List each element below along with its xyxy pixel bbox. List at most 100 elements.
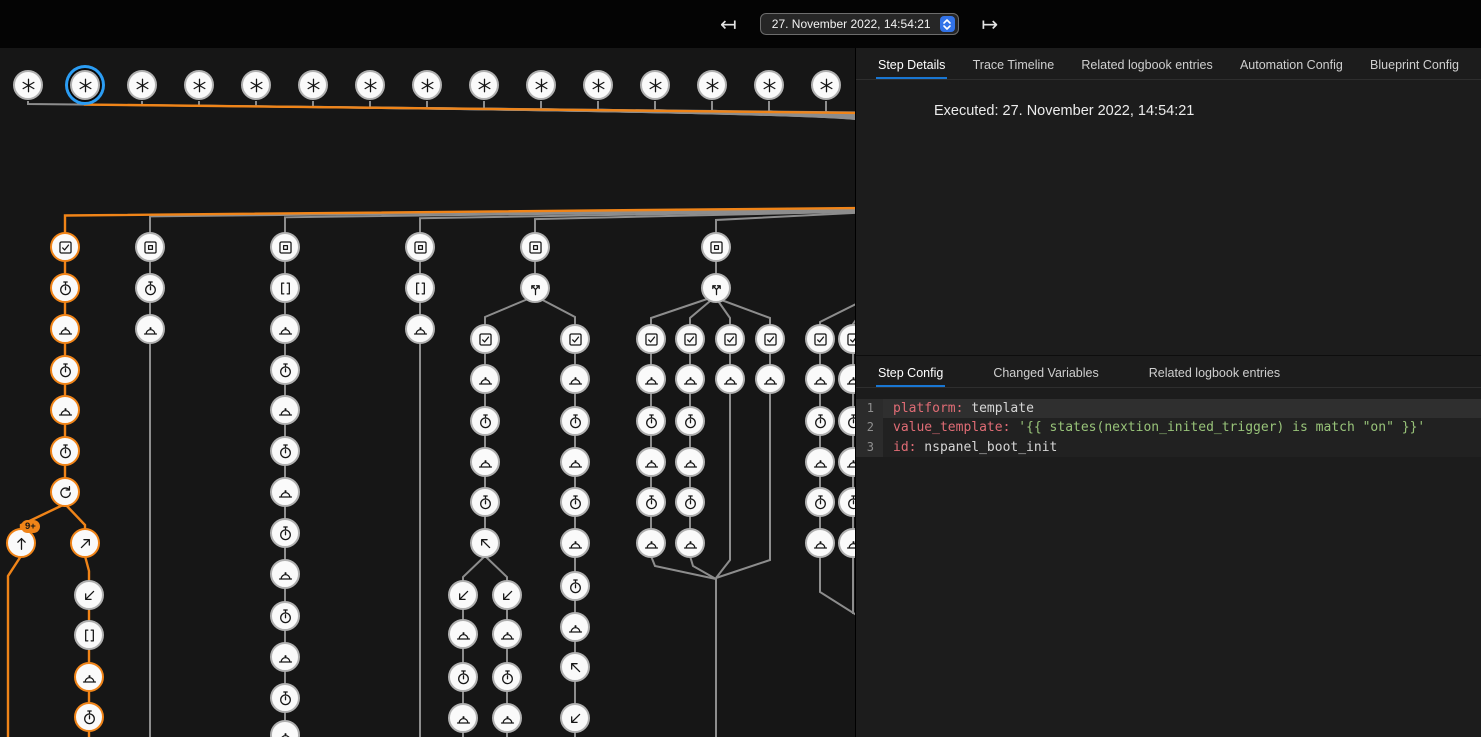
trigger-node[interactable] — [184, 70, 214, 100]
arrow-up-node[interactable]: 9+ — [6, 528, 36, 558]
service-node[interactable] — [560, 364, 590, 394]
service-node[interactable] — [675, 364, 705, 394]
timer-node[interactable] — [50, 273, 80, 303]
service-node[interactable] — [492, 703, 522, 733]
service-node[interactable] — [675, 447, 705, 477]
trigger-node[interactable] — [640, 70, 670, 100]
trigger-node[interactable] — [13, 70, 43, 100]
trigger-node[interactable] — [697, 70, 727, 100]
condition-node[interactable] — [715, 324, 745, 354]
square-node[interactable] — [405, 232, 435, 262]
timer-node[interactable] — [560, 406, 590, 436]
timer-node[interactable] — [270, 601, 300, 631]
brackets-node[interactable] — [405, 273, 435, 303]
code-line-1[interactable]: 1platform: template — [856, 399, 1481, 418]
choose-node[interactable] — [701, 273, 731, 303]
service-node[interactable] — [448, 703, 478, 733]
timer-node[interactable] — [675, 406, 705, 436]
timer-node[interactable] — [805, 487, 835, 517]
service-node[interactable] — [470, 364, 500, 394]
previous-run-button[interactable]: ↤ — [716, 12, 741, 36]
service-node[interactable] — [448, 619, 478, 649]
square-node[interactable] — [270, 232, 300, 262]
tab-related-logbook-entries[interactable]: Related logbook entries — [1079, 48, 1214, 79]
timer-node[interactable] — [270, 518, 300, 548]
trigger-node[interactable] — [241, 70, 271, 100]
service-node[interactable] — [805, 447, 835, 477]
repeat-node[interactable] — [50, 477, 80, 507]
timer-node[interactable] — [270, 355, 300, 385]
service-node[interactable] — [805, 364, 835, 394]
condition-node[interactable] — [560, 324, 590, 354]
next-run-button[interactable]: ↦ — [978, 12, 1003, 36]
tab-changed-variables[interactable]: Changed Variables — [991, 356, 1100, 387]
tab-automation-config[interactable]: Automation Config — [1238, 48, 1345, 79]
timer-node[interactable] — [50, 355, 80, 385]
service-node[interactable] — [50, 395, 80, 425]
choose-node[interactable] — [520, 273, 550, 303]
trigger-node[interactable] — [355, 70, 385, 100]
timer-node[interactable] — [135, 273, 165, 303]
service-node[interactable] — [270, 642, 300, 672]
timer-node[interactable] — [448, 662, 478, 692]
timer-node[interactable] — [560, 571, 590, 601]
service-node[interactable] — [405, 314, 435, 344]
trigger-node[interactable] — [754, 70, 784, 100]
brackets-node[interactable] — [74, 620, 104, 650]
service-node[interactable] — [270, 395, 300, 425]
service-node[interactable] — [675, 528, 705, 558]
service-node[interactable] — [636, 528, 666, 558]
condition-node[interactable] — [805, 324, 835, 354]
trigger-node[interactable] — [412, 70, 442, 100]
trigger-node[interactable] — [811, 70, 841, 100]
timer-node[interactable] — [492, 662, 522, 692]
trigger-node[interactable] — [298, 70, 328, 100]
service-node[interactable] — [270, 314, 300, 344]
condition-node[interactable] — [636, 324, 666, 354]
trigger-node[interactable] — [70, 70, 100, 100]
timer-node[interactable] — [270, 683, 300, 713]
tab-step-details[interactable]: Step Details — [876, 48, 947, 79]
square-node[interactable] — [135, 232, 165, 262]
timer-node[interactable] — [74, 702, 104, 732]
service-node[interactable] — [560, 528, 590, 558]
service-node[interactable] — [50, 314, 80, 344]
tab-blueprint-config[interactable]: Blueprint Config — [1368, 48, 1461, 79]
arrow-bottom-left-node[interactable] — [560, 703, 590, 733]
timer-node[interactable] — [805, 406, 835, 436]
service-node[interactable] — [636, 447, 666, 477]
timer-node[interactable] — [270, 436, 300, 466]
arrow-bottom-left-node[interactable] — [74, 580, 104, 610]
service-node[interactable] — [636, 364, 666, 394]
timer-node[interactable] — [636, 406, 666, 436]
condition-node[interactable] — [675, 324, 705, 354]
trigger-node[interactable] — [583, 70, 613, 100]
run-select[interactable]: 27. November 2022, 14:54:21 — [760, 13, 959, 35]
trigger-node[interactable] — [469, 70, 499, 100]
service-node[interactable] — [805, 528, 835, 558]
square-node[interactable] — [520, 232, 550, 262]
service-node[interactable] — [560, 447, 590, 477]
code-line-3[interactable]: 3id: nspanel_boot_init — [856, 438, 1481, 457]
arrow-top-left-node[interactable] — [560, 652, 590, 682]
service-node[interactable] — [270, 477, 300, 507]
service-node[interactable] — [270, 559, 300, 589]
timer-node[interactable] — [636, 487, 666, 517]
arrow-top-right-node[interactable] — [70, 528, 100, 558]
tab-trace-timeline[interactable]: Trace Timeline — [971, 48, 1057, 79]
arrow-bottom-left-node[interactable] — [448, 580, 478, 610]
service-node[interactable] — [560, 612, 590, 642]
service-node[interactable] — [135, 314, 165, 344]
service-node[interactable] — [74, 662, 104, 692]
service-node[interactable] — [715, 364, 745, 394]
timer-node[interactable] — [675, 487, 705, 517]
brackets-node[interactable] — [270, 273, 300, 303]
service-node[interactable] — [470, 447, 500, 477]
timer-node[interactable] — [470, 487, 500, 517]
condition-node[interactable] — [50, 232, 80, 262]
tab-step-config[interactable]: Step Config — [876, 356, 945, 387]
code-line-2[interactable]: 2value_template: '{{ states(nextion_init… — [856, 418, 1481, 437]
timer-node[interactable] — [470, 406, 500, 436]
timer-node[interactable] — [560, 487, 590, 517]
square-node[interactable] — [701, 232, 731, 262]
